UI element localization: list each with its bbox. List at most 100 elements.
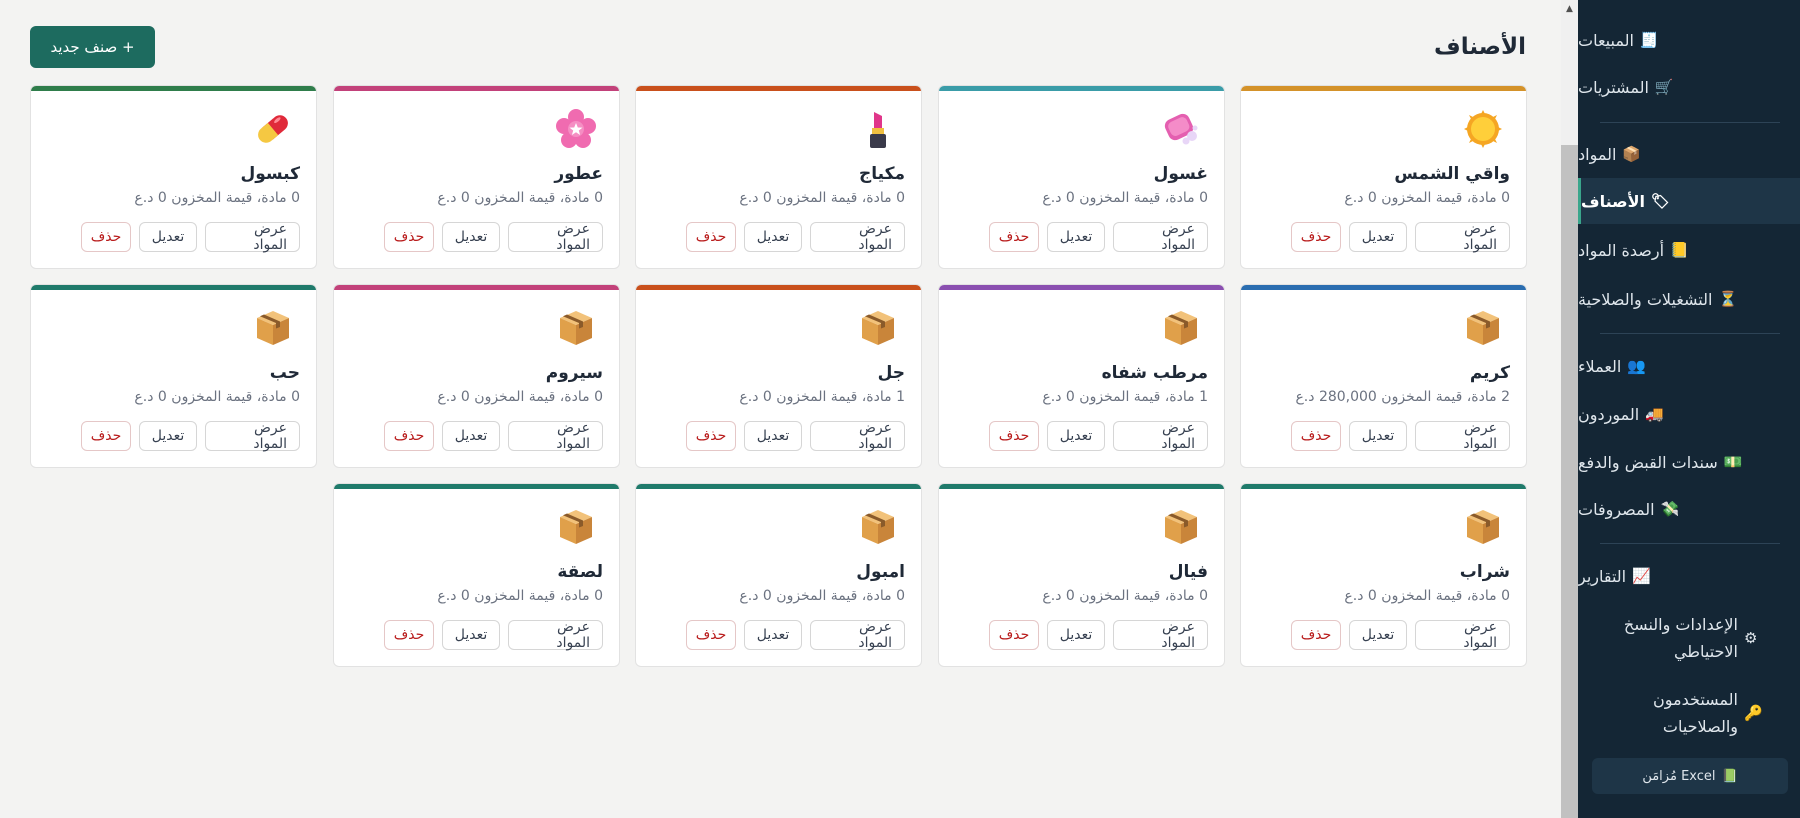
delete-button[interactable]: حذف (686, 620, 736, 650)
delete-button[interactable]: حذف (384, 620, 434, 650)
sidebar-item-users[interactable]: 👥 العملاء (1578, 343, 1800, 389)
sidebar-item-gear[interactable]: ⚙ الإعدادات والنسخ الاحتياطي (1578, 610, 1800, 666)
category-card: امبول 0 مادة، قيمة المخزون 0 د.ع عرض الموا… (635, 483, 922, 667)
sidebar-item-box[interactable]: 📦 المواد (1578, 131, 1800, 177)
delete-button[interactable]: حذف (686, 421, 736, 451)
view-items-button[interactable]: عرض المواد (1113, 420, 1208, 452)
view-items-button[interactable]: عرض المواد (810, 221, 905, 253)
users-icon: 👥 (1627, 357, 1647, 375)
category-name: مرطب شفاه (1101, 363, 1208, 383)
edit-button[interactable]: تعديل (1047, 222, 1105, 252)
sidebar-item-flying-money[interactable]: 💸 المصروفات (1578, 486, 1800, 532)
excel-sync-label: Excel مُزامَن (1642, 768, 1716, 784)
sidebar-item-tag[interactable]: 🏷 الأصناف (1578, 178, 1800, 224)
category-actions: عرض المواد تعديل حذف (686, 619, 905, 651)
delete-button[interactable]: حذف (81, 421, 131, 451)
edit-button[interactable]: تعديل (744, 620, 802, 650)
sidebar-item-chart[interactable]: 📈 التقارير (1578, 553, 1800, 599)
view-items-button[interactable]: عرض المواد (1415, 221, 1510, 253)
edit-button[interactable]: تعديل (1047, 620, 1105, 650)
delete-button[interactable]: حذف (1291, 222, 1341, 252)
category-actions: عرض المواد تعديل حذف (81, 221, 300, 253)
category-name: كريم (1469, 363, 1510, 383)
category-name: شراب (1459, 562, 1510, 582)
page-title: الأصناف (1434, 34, 1526, 60)
delete-button[interactable]: حذف (81, 222, 131, 252)
view-items-button[interactable]: عرض المواد (810, 619, 905, 651)
delete-button[interactable]: حذف (989, 222, 1039, 252)
view-items-button[interactable]: عرض المواد (1113, 221, 1208, 253)
category-color-bar (334, 86, 619, 91)
category-card: لصقة 0 مادة، قيمة المخزون 0 د.ع عرض المواد… (333, 483, 620, 667)
sidebar-item-key[interactable]: 🔑 المستخدمون والصلاحيات (1578, 685, 1800, 741)
sidebar-item-label: سندات القبض والدفع (1578, 452, 1718, 472)
delete-button[interactable]: حذف (1291, 421, 1341, 451)
edit-button[interactable]: تعديل (1349, 421, 1407, 451)
sidebar-item-truck[interactable]: 🚚 الموردون (1578, 391, 1800, 437)
sidebar-item-money[interactable]: 💵 سندات القبض والدفع (1578, 439, 1800, 485)
sidebar-item-hourglass[interactable]: ⏳ التشغيلات والصلاحية (1578, 276, 1800, 322)
edit-button[interactable]: تعديل (139, 421, 197, 451)
hourglass-icon: ⏳ (1718, 290, 1738, 308)
category-color-bar (636, 285, 921, 290)
category-name: فيال (1168, 562, 1208, 582)
sidebar-item-cart[interactable]: 🛒 المشتريات (1578, 64, 1800, 110)
delete-button[interactable]: حذف (384, 222, 434, 252)
category-name: سيروم (545, 363, 603, 383)
view-items-button[interactable]: عرض المواد (205, 420, 300, 452)
package-icon (1160, 506, 1202, 548)
delete-button[interactable]: حذف (384, 421, 434, 451)
edit-button[interactable]: تعديل (1047, 421, 1105, 451)
edit-button[interactable]: تعديل (442, 620, 500, 650)
category-meta: 0 مادة، قيمة المخزون 0 د.ع (1344, 190, 1510, 206)
view-items-button[interactable]: عرض المواد (508, 420, 603, 452)
sidebar-item-ledger[interactable]: 📒 أرصدة المواد (1578, 227, 1800, 273)
category-actions: عرض المواد تعديل حذف (384, 420, 603, 452)
sidebar-item-label: المبيعات (1578, 30, 1634, 50)
category-meta: 0 مادة، قيمة المخزون 0 د.ع (739, 588, 905, 604)
category-name: لصقة (557, 562, 603, 582)
category-name: واقي الشمس (1394, 164, 1510, 184)
category-meta: 0 مادة، قيمة المخزون 0 د.ع (1042, 588, 1208, 604)
category-actions: عرض المواد تعديل حذف (1291, 619, 1510, 651)
category-card: كبسول 0 مادة، قيمة المخزون 0 د.ع عرض الموا… (30, 85, 317, 269)
view-items-button[interactable]: عرض المواد (1415, 420, 1510, 452)
package-icon (857, 307, 899, 349)
edit-button[interactable]: تعديل (442, 222, 500, 252)
edit-button[interactable]: تعديل (744, 421, 802, 451)
package-icon (555, 506, 597, 548)
category-card: غسول 0 مادة، قيمة المخزون 0 د.ع عرض المواد… (938, 85, 1225, 269)
delete-button[interactable]: حذف (989, 620, 1039, 650)
gear-icon: ⚙ (1744, 629, 1758, 647)
delete-button[interactable]: حذف (989, 421, 1039, 451)
category-card: سيروم 0 مادة، قيمة المخزون 0 د.ع عرض الموا… (333, 284, 620, 468)
view-items-button[interactable]: عرض المواد (1415, 619, 1510, 651)
view-items-button[interactable]: عرض المواد (508, 619, 603, 651)
category-color-bar (334, 285, 619, 290)
excel-sync-button[interactable]: 📗 Excel مُزامَن (1592, 758, 1788, 794)
category-color-bar (1241, 285, 1526, 290)
edit-button[interactable]: تعديل (1349, 222, 1407, 252)
edit-button[interactable]: تعديل (139, 222, 197, 252)
category-actions: عرض المواد تعديل حذف (384, 221, 603, 253)
sidebar-item-receipt[interactable]: 🧾 المبيعات (1578, 17, 1800, 63)
view-items-button[interactable]: عرض المواد (508, 221, 603, 253)
category-actions: عرض المواد تعديل حذف (989, 420, 1208, 452)
category-color-bar (31, 86, 316, 91)
scrollbar-thumb[interactable] (1561, 145, 1578, 818)
new-category-button[interactable]: + صنف جديد (30, 26, 155, 68)
category-meta: 0 مادة، قيمة المخزون 0 د.ع (739, 190, 905, 206)
view-items-button[interactable]: عرض المواد (1113, 619, 1208, 651)
package-icon (1462, 307, 1504, 349)
truck-icon: 🚚 (1645, 405, 1664, 423)
edit-button[interactable]: تعديل (744, 222, 802, 252)
scroll-up-arrow-icon[interactable]: ▲ (1561, 0, 1578, 18)
delete-button[interactable]: حذف (1291, 620, 1341, 650)
category-name: غسول (1153, 164, 1208, 184)
package-icon (1160, 307, 1202, 349)
delete-button[interactable]: حذف (686, 222, 736, 252)
edit-button[interactable]: تعديل (1349, 620, 1407, 650)
view-items-button[interactable]: عرض المواد (205, 221, 300, 253)
edit-button[interactable]: تعديل (442, 421, 500, 451)
view-items-button[interactable]: عرض المواد (810, 420, 905, 452)
